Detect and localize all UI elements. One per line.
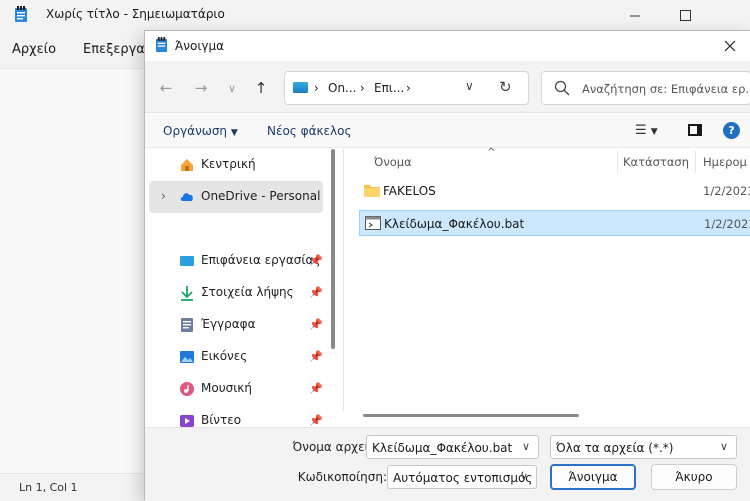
nav-item-music[interactable]: Μουσική 📌 [145, 373, 323, 405]
help-icon[interactable]: ? [723, 122, 740, 139]
new-folder-button[interactable]: Νέος φάκελος [267, 124, 352, 138]
search-box[interactable]: Αναζήτηση σε: Επιφάνεια ερ... [541, 71, 750, 105]
back-button[interactable]: ← [153, 75, 179, 101]
document-icon [181, 318, 193, 332]
up-button[interactable]: ↑ [248, 75, 274, 101]
view-options-button[interactable]: ☰ ▼ [635, 123, 658, 138]
chevron-down-icon: ∨ [519, 470, 528, 483]
pin-icon[interactable]: 📌 [309, 350, 323, 363]
list-view-icon: ☰ [635, 123, 647, 138]
breadcrumb-desktop[interactable]: Επι... [374, 81, 404, 95]
dialog-title: Άνοιγμα [175, 39, 225, 53]
pin-icon[interactable]: 📌 [309, 254, 323, 267]
arrow-right-icon: → [194, 79, 208, 97]
notepad-icon [15, 6, 27, 22]
download-icon [181, 286, 193, 301]
cloud-icon [180, 193, 193, 201]
sort-up-icon: ^ [487, 147, 496, 158]
desktop-icon [180, 256, 194, 266]
dialog-titlebar: Άνοιγμα [145, 31, 750, 61]
open-button[interactable]: Άνοιγμα [550, 464, 636, 490]
address-row: ← → ∨ ↑ › On... › Επι... › ∨ ↻ Αναζήτηση… [145, 61, 750, 113]
nav-scrollbar[interactable] [331, 149, 335, 349]
column-date[interactable]: Ημερομ [703, 155, 747, 169]
chevron-right-icon[interactable]: › [161, 189, 166, 203]
dialog-footer: Όνομα αρχείου: Κλείδωμα_Φακέλου.bat ∨ Όλ… [145, 427, 750, 501]
search-icon [554, 80, 570, 96]
breadcrumb-onedrive[interactable]: On... [328, 81, 357, 95]
filetype-select[interactable]: Όλα τα αρχεία (*.*) ∨ [550, 435, 737, 459]
pin-icon[interactable]: 📌 [309, 414, 323, 427]
batch-file-icon [365, 216, 381, 230]
refresh-icon[interactable]: ↻ [499, 78, 512, 96]
dialog-close-button[interactable] [710, 31, 750, 61]
menu-edit[interactable]: Επεξεργασ [83, 42, 153, 57]
breadcrumb-chevron-icon: › [406, 81, 411, 95]
forward-button[interactable]: → [188, 75, 214, 101]
window-title: Χωρίς τίτλο - Σημειωματάριο [46, 7, 225, 21]
home-icon [181, 159, 193, 171]
minimize-icon [629, 15, 640, 16]
breadcrumb-chevron-icon: › [314, 81, 319, 95]
menu-file[interactable]: Αρχείο [12, 42, 56, 57]
file-row-fakelos[interactable]: FAKELOS 1/2/2023 [359, 178, 750, 204]
pictures-icon [180, 351, 194, 363]
folder-icon [364, 185, 380, 197]
minimize-button[interactable] [612, 0, 658, 30]
file-row-batch[interactable]: Κλείδωμα_Φακέλου.bat 1/2/2023 [359, 210, 750, 236]
column-status[interactable]: Κατάσταση [623, 155, 689, 169]
nav-item-pictures[interactable]: Εικόνες 📌 [145, 341, 323, 373]
pin-icon[interactable]: 📌 [309, 382, 323, 395]
address-dropdown-icon[interactable]: ∨ [465, 79, 474, 93]
pin-icon[interactable]: 📌 [309, 318, 323, 331]
nav-item-desktop[interactable]: Επιφάνεια εργασίας 📌 [145, 245, 323, 277]
address-bar[interactable]: › On... › Επι... › ∨ ↻ [284, 71, 529, 105]
nav-item-home[interactable]: Κεντρική [145, 149, 323, 181]
chevron-down-icon: ∨ [227, 81, 237, 95]
dialog-toolbar: Οργάνωση ▼ Νέος φάκελος ☰ ▼ ? [145, 114, 750, 148]
file-list: Όνομα ^ Κατάσταση Ημερομ FAKELOS 1/2/202… [343, 147, 750, 411]
recent-locations-button[interactable]: ∨ [219, 75, 245, 101]
maximize-icon [679, 9, 691, 21]
cursor-position: Ln 1, Col 1 [19, 481, 78, 494]
organize-button[interactable]: Οργάνωση ▼ [163, 124, 238, 138]
desktop-icon [293, 82, 308, 93]
close-icon [724, 40, 736, 52]
navigation-pane: Κεντρική › OneDrive - Personal Επιφάνεια… [145, 149, 335, 429]
search-placeholder: Αναζήτηση σε: Επιφάνεια ερ... [582, 82, 750, 96]
nav-item-onedrive[interactable]: › OneDrive - Personal [149, 181, 323, 213]
breadcrumb-chevron-icon: › [360, 81, 365, 95]
filename-input[interactable]: Κλείδωμα_Φακέλου.bat ∨ [366, 435, 539, 459]
preview-pane-icon[interactable] [688, 124, 702, 136]
caret-down-icon: ▼ [230, 128, 238, 138]
nav-item-downloads[interactable]: Στοιχεία λήψης 📌 [145, 277, 323, 309]
maximize-button[interactable] [662, 0, 708, 30]
arrow-left-icon: ← [159, 79, 173, 97]
horizontal-scrollbar[interactable] [363, 414, 579, 417]
pin-icon[interactable]: 📌 [309, 286, 323, 299]
encoding-select[interactable]: Αυτόματος εντοπισμός ∨ [387, 465, 537, 489]
file-list-header: Όνομα ^ Κατάσταση Ημερομ [344, 147, 750, 173]
cancel-button[interactable]: Άκυρο [651, 464, 737, 490]
notepad-titlebar: Χωρίς τίτλο - Σημειωματάριο [0, 0, 750, 30]
chevron-down-icon[interactable]: ∨ [522, 440, 530, 453]
chevron-down-icon: ∨ [719, 440, 728, 453]
open-dialog: Άνοιγμα ← → ∨ ↑ › On... › Επι... › ∨ ↻ Α… [144, 30, 750, 501]
music-icon [180, 382, 194, 396]
column-name[interactable]: Όνομα [374, 155, 412, 169]
encoding-label: Κωδικοποίηση: [297, 470, 387, 484]
caret-down-icon: ▼ [650, 127, 658, 137]
notepad-icon [155, 37, 168, 52]
arrow-up-icon: ↑ [254, 79, 268, 97]
nav-item-documents[interactable]: Έγγραφα 📌 [145, 309, 323, 341]
